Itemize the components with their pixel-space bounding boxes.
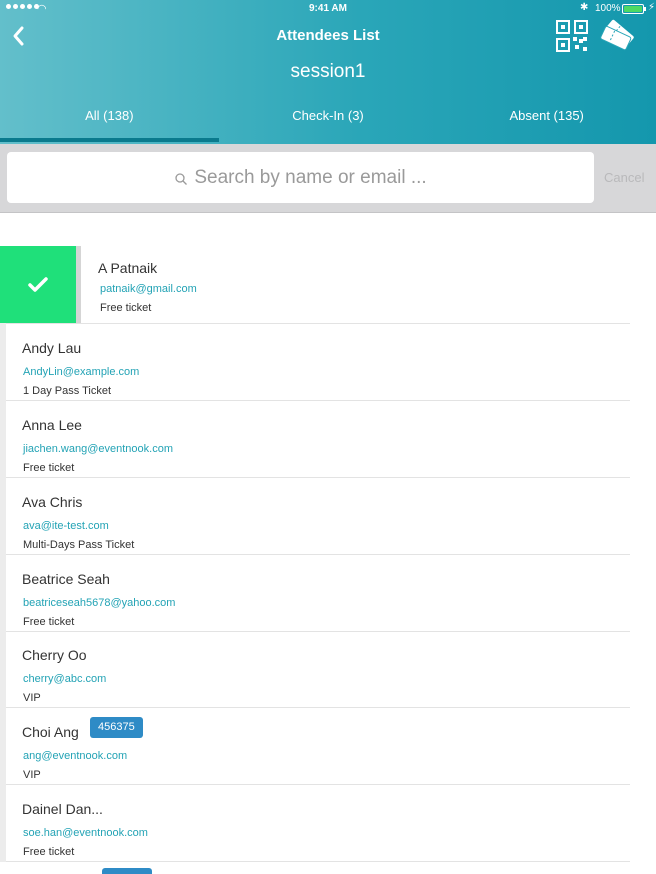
battery-tip xyxy=(644,7,646,11)
attendee-email: beatriceseah5678@yahoo.com xyxy=(23,597,176,609)
check-strip xyxy=(76,246,81,323)
search-input[interactable]: Search by name or email ... xyxy=(7,152,594,203)
next-row-badge xyxy=(102,868,152,874)
app-header: ◠ 9:41 AM ✱ 100% ⚡ Attendees List sessio… xyxy=(0,0,656,144)
attendee-name: Dainel Dan... xyxy=(22,801,103,817)
list-item[interactable]: Choi Ang 456375 ang@eventnook.com VIP xyxy=(0,707,630,785)
charging-icon: ⚡ xyxy=(648,2,656,13)
cancel-button[interactable]: Cancel xyxy=(604,170,644,185)
list-item[interactable]: A Patnaik patnaik@gmail.com Free ticket xyxy=(0,246,630,324)
attendee-name: A Patnaik xyxy=(98,260,158,276)
attendee-name: Andy Lau xyxy=(22,340,82,356)
search-icon xyxy=(174,172,188,186)
list-item[interactable]: Dainel Dan... soe.han@eventnook.com Free… xyxy=(0,784,630,862)
status-badge: 456375 xyxy=(90,717,143,738)
bluetooth-icon: ✱ xyxy=(580,2,589,13)
attendee-ticket: Multi-Days Pass Ticket xyxy=(23,539,135,551)
filter-tabs: All (138) Check-In (3) Absent (135) xyxy=(0,98,656,144)
attendee-ticket: VIP xyxy=(23,769,41,781)
battery-percent: 100% xyxy=(595,3,621,14)
checked-in-indicator[interactable] xyxy=(0,246,76,323)
attendee-email: cherry@abc.com xyxy=(23,673,107,685)
checkmark-icon xyxy=(28,276,48,292)
attendee-ticket: Free ticket xyxy=(23,846,75,858)
attendee-ticket: 1 Day Pass Ticket xyxy=(23,385,112,397)
search-bar: Search by name or email ... Cancel xyxy=(0,144,656,213)
tab-check-in[interactable]: Check-In (3) xyxy=(219,98,438,144)
row-indicator xyxy=(0,630,6,708)
row-indicator xyxy=(0,477,6,555)
tickets-icon[interactable] xyxy=(596,14,640,56)
attendee-email: ava@ite-test.com xyxy=(23,520,109,532)
battery-icon xyxy=(622,4,644,14)
tab-absent[interactable]: Absent (135) xyxy=(437,98,656,144)
row-indicator xyxy=(0,554,6,632)
status-bar: ◠ 9:41 AM ✱ 100% ⚡ xyxy=(0,0,656,18)
attendee-email: jiachen.wang@eventnook.com xyxy=(23,443,173,455)
list-item[interactable]: Andy Lau AndyLin@example.com 1 Day Pass … xyxy=(0,323,630,401)
attendee-ticket: Free ticket xyxy=(100,302,152,314)
attendee-email: AndyLin@example.com xyxy=(23,366,140,378)
status-time: 9:41 AM xyxy=(309,3,347,14)
search-placeholder: Search by name or email ... xyxy=(194,166,427,188)
attendee-ticket: Free ticket xyxy=(23,616,75,628)
attendee-email: patnaik@gmail.com xyxy=(100,283,197,295)
list-item[interactable]: Anna Lee jiachen.wang@eventnook.com Free… xyxy=(0,400,630,478)
attendee-name: Anna Lee xyxy=(22,417,82,433)
list-item[interactable]: Ava Chris ava@ite-test.com Multi-Days Pa… xyxy=(0,477,630,555)
session-name: session1 xyxy=(290,61,366,82)
row-indicator xyxy=(0,323,6,401)
row-indicator xyxy=(0,707,6,785)
attendee-name: Beatrice Seah xyxy=(22,571,110,587)
attendee-name: Ava Chris xyxy=(22,494,83,510)
list-item[interactable]: Cherry Oo cherry@abc.com VIP xyxy=(0,630,630,708)
tab-all[interactable]: All (138) xyxy=(0,98,219,144)
attendee-name: Cherry Oo xyxy=(22,647,87,663)
qr-code-icon[interactable] xyxy=(556,20,588,52)
row-indicator xyxy=(0,400,6,478)
attendee-ticket: Free ticket xyxy=(23,462,75,474)
row-indicator xyxy=(0,784,6,862)
attendee-email: ang@eventnook.com xyxy=(23,750,128,762)
attendee-ticket: VIP xyxy=(23,692,41,704)
attendee-name: Choi Ang xyxy=(22,724,79,740)
attendee-email: soe.han@eventnook.com xyxy=(23,827,148,839)
list-item[interactable]: Beatrice Seah beatriceseah5678@yahoo.com… xyxy=(0,554,630,632)
